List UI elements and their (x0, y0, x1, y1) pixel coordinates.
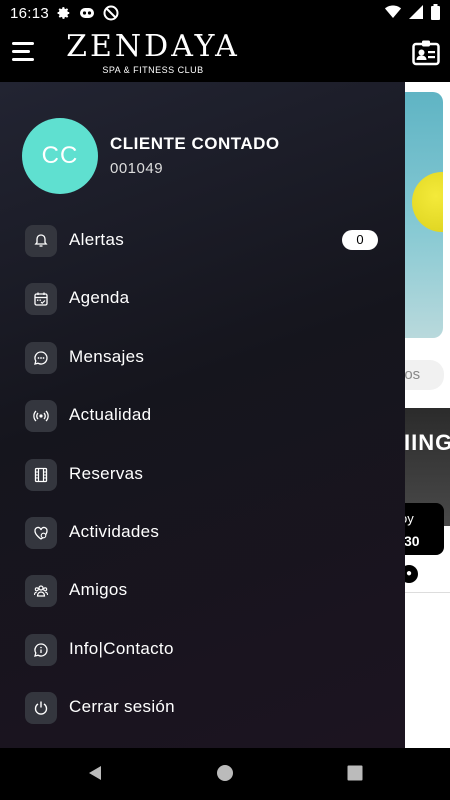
film-icon (25, 458, 57, 491)
dnd-icon (103, 5, 119, 21)
menu-item-alertas[interactable]: Alertas 0 (0, 222, 405, 280)
menu-item-label: Actividades (69, 521, 160, 541)
class-time: 30 (404, 533, 420, 549)
recents-icon[interactable] (346, 764, 366, 784)
alerts-count-badge: 0 (342, 230, 378, 250)
drawer-menu: Alertas 0 Agenda Mensajes Actualidad Res… (0, 222, 405, 748)
profile-id: 001049 (110, 160, 164, 177)
mask-icon (79, 6, 95, 20)
avatar: CC (22, 118, 98, 194)
menu-item-actividades[interactable]: Actividades (0, 514, 405, 572)
menu-item-reservas[interactable]: Reservas (0, 456, 405, 514)
battery-icon (431, 4, 440, 25)
profile-header[interactable]: CC CLIENTE CONTADO 001049 (22, 118, 392, 198)
heart-icon (25, 516, 57, 549)
profile-name: CLIENTE CONTADO (110, 134, 280, 153)
status-bar: 16:13 (0, 0, 450, 26)
brand-logo: ZENDAYA SPA & FITNESS CLUB (58, 29, 248, 76)
menu-item-agenda[interactable]: Agenda (0, 280, 405, 338)
power-icon (25, 692, 57, 725)
menu-item-label: Actualidad (69, 405, 152, 425)
app-bar: ZENDAYA SPA & FITNESS CLUB (0, 26, 450, 82)
calendar-icon (25, 283, 57, 316)
bell-icon (25, 225, 57, 257)
menu-item-label: Amigos (69, 580, 128, 600)
menu-item-cerrar-sesion[interactable]: Cerrar sesión (0, 689, 405, 747)
home-icon[interactable] (216, 764, 236, 784)
menu-item-amigos[interactable]: Amigos (0, 572, 405, 630)
navigation-drawer: CC CLIENTE CONTADO 001049 Alertas 0 Agen… (0, 82, 405, 748)
menu-item-label: Agenda (69, 288, 130, 308)
menu-item-label: Reservas (69, 463, 144, 483)
settings-icon (57, 6, 71, 20)
class-card-title: IING (404, 430, 450, 455)
brand-name: ZENDAYA (66, 29, 240, 64)
menu-item-label: Info|Contacto (69, 638, 174, 658)
divider (400, 592, 450, 593)
menu-item-label: Cerrar sesión (69, 697, 175, 717)
menu-item-info-contacto[interactable]: Info|Contacto (0, 631, 405, 689)
group-icon (25, 575, 57, 608)
status-time: 16:13 (10, 4, 50, 22)
signal-icon (409, 5, 423, 24)
chat-bubble-icon (25, 633, 57, 666)
back-icon[interactable] (86, 764, 106, 784)
menu-icon[interactable] (12, 42, 36, 62)
menu-item-mensajes[interactable]: Mensajes (0, 339, 405, 397)
broadcast-icon (25, 400, 57, 433)
menu-item-label: Alertas (69, 230, 125, 249)
member-card-icon[interactable] (412, 40, 440, 66)
system-nav-bar (0, 748, 450, 800)
chat-icon (25, 341, 57, 374)
wifi-icon (385, 5, 401, 24)
menu-item-actualidad[interactable]: Actualidad (0, 397, 405, 455)
menu-item-label: Mensajes (69, 346, 145, 366)
brand-subtitle: SPA & FITNESS CLUB (102, 65, 204, 75)
